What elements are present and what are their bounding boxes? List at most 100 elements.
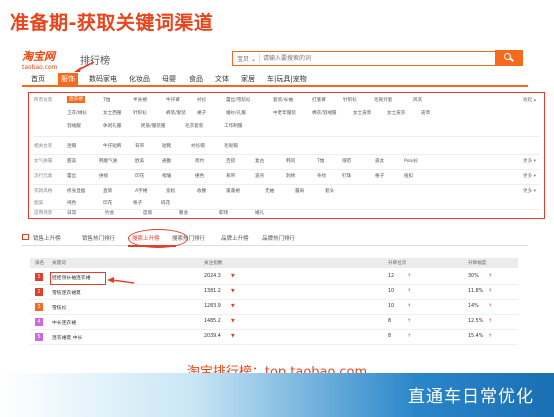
search-type-select[interactable]: 宝贝 ⌄ [237, 54, 256, 63]
filter-option[interactable]: 印花 [103, 200, 112, 206]
filter-option[interactable]: 职场 [219, 210, 228, 216]
nav-item-digital[interactable]: 数码家电 [86, 73, 120, 87]
more-toggle[interactable]: 更多 ▾ [523, 158, 536, 164]
filter-option[interactable]: 拼接 [99, 173, 108, 179]
filter-option[interactable]: 森女 [375, 158, 384, 164]
keyword-link[interactable]: 中长连衣裙 [52, 319, 76, 326]
filter-option[interactable]: 工作制服 [224, 123, 242, 129]
filter-option[interactable]: 潮范 [342, 158, 351, 164]
filter-option[interactable]: 欧美 [135, 158, 144, 164]
filter-option[interactable]: 撞色 [195, 173, 204, 179]
filter-option[interactable]: 宽松 [166, 188, 175, 194]
nav-item-cosmetics[interactable]: 化妆品 [126, 73, 153, 87]
filter-option[interactable]: 钉珠 [342, 173, 351, 179]
filter-option[interactable]: 简约 [195, 158, 204, 164]
filter-option[interactable]: 裤装/套装 [166, 110, 186, 116]
filter-option[interactable]: 印花 [135, 173, 144, 179]
filter-option[interactable]: 毛衣套装 [185, 123, 203, 129]
keyword-link[interactable]: 雪纺连衣裙夏 [52, 289, 81, 296]
filter-option[interactable]: 甜美 [67, 158, 76, 164]
filter-option[interactable]: 无袖 [265, 188, 274, 194]
filter-option[interactable]: 短靴 [162, 143, 171, 149]
filter-option[interactable]: 衬衫帽 [191, 143, 205, 149]
nav-item-food[interactable]: 食品 [186, 73, 206, 87]
filter-option[interactable]: 修身显瘦 [67, 188, 85, 194]
filter-option[interactable]: 衬衫 [197, 97, 206, 103]
filter-option[interactable]: 皮草 [421, 110, 430, 116]
table-row[interactable]: 5 连衣裙夏 中长 2039.4 ▼ 8 ↑ 15.4% ↑ [30, 330, 518, 345]
filter-option[interactable]: 日常 [67, 210, 76, 216]
filter-option[interactable]: 格子 [133, 200, 142, 206]
nav-item-sports[interactable]: 文体 [212, 73, 232, 87]
filter-option[interactable]: 女士皮衣 [387, 110, 405, 116]
filter-option[interactable]: 纽扣 [404, 173, 413, 179]
filter-option[interactable]: 收腰 [197, 188, 206, 194]
filter-option[interactable]: 百搭 [226, 158, 235, 164]
table-row[interactable]: 3 雪纺衫 1283.9 ▼ 10 ↑ 14% ↑ [30, 300, 518, 315]
filter-option[interactable]: 背带 [135, 143, 144, 149]
filter-option[interactable]: T恤 [317, 158, 324, 164]
tab-sales-rising[interactable]: 销售上升榜 [33, 234, 61, 242]
filter-option[interactable]: 连帽 [67, 143, 76, 149]
keyword-link[interactable]: 连衣裙夏 中长 [52, 334, 82, 341]
filter-option[interactable]: 褶皱 [162, 173, 171, 179]
filter-option[interactable]: 韩版气质 [99, 158, 117, 164]
filter-option[interactable]: 民族/服装服 [141, 123, 166, 129]
filter-option[interactable]: 蕾丝/雪纺衫 [226, 97, 251, 103]
filter-option[interactable]: 套装/长袖 [273, 97, 293, 103]
tab-sales-hot[interactable]: 销售热门排行 [82, 234, 115, 242]
filter-option[interactable]: 蕾丝 [67, 173, 76, 179]
filter-option[interactable]: 聚会 [179, 210, 188, 216]
table-row[interactable]: 4 中长连衣裙 1485.2 ▼ 8 ↑ 12.5% ↑ [30, 315, 518, 330]
filter-option[interactable]: 系带 [226, 173, 235, 179]
filter-option[interactable]: 刺绣 [286, 173, 295, 179]
filter-option[interactable]: 女士西服 [103, 110, 121, 116]
filter-option[interactable]: 格子 [375, 173, 384, 179]
filter-option[interactable]: 套头 [325, 188, 334, 194]
filter-option[interactable]: 女士皮草 [353, 110, 371, 116]
filter-option[interactable]: 条纹 [317, 173, 326, 179]
filter-option[interactable]: 半身裙 [133, 97, 147, 103]
nav-item-car-toy-pet[interactable]: 车|玩具|宠物 [264, 73, 310, 87]
filter-option[interactable]: 连衣裙 [67, 96, 85, 103]
tab-brand-hot[interactable]: 品牌热门排行 [262, 234, 295, 242]
filter-option[interactable]: 直筒 [103, 188, 112, 194]
filter-option[interactable]: 韩风 [286, 158, 295, 164]
search-button[interactable] [495, 50, 523, 66]
filter-option[interactable]: 卫衣/绒衫 [67, 110, 87, 116]
filter-option[interactable]: 裙子 [197, 110, 206, 116]
filter-option[interactable]: 婚纱/礼服 [226, 110, 246, 116]
filter-option[interactable]: 露肩 [295, 188, 304, 194]
filter-option[interactable]: 休闲礼服 [103, 123, 121, 129]
filter-option[interactable]: 通勤 [162, 158, 171, 164]
nav-item-home[interactable]: 首页 [28, 73, 48, 87]
filter-option[interactable]: 波点 [255, 173, 264, 179]
collapse-toggle[interactable]: 收起 ▴ [523, 97, 536, 103]
table-row[interactable]: 2 雪纺连衣裙夏 1381.2 ▼ 10 ↑ 11.8% ↑ [30, 285, 518, 300]
tab-brand-rising[interactable]: 品牌上升榜 [221, 234, 249, 242]
filter-option[interactable]: 牛仔短裤 [103, 143, 121, 149]
filter-option[interactable]: 复古 [255, 158, 264, 164]
filter-option[interactable]: 棉衣/羽绒服 [312, 110, 337, 116]
filter-option[interactable]: 约会 [105, 210, 114, 216]
filter-option[interactable]: T恤 [103, 97, 110, 103]
filter-option[interactable]: 打底裤 [312, 97, 326, 103]
filter-option[interactable]: 碎花 [161, 200, 170, 206]
filter-option[interactable]: 羽绒服 [67, 123, 81, 129]
filter-option[interactable]: 中老年服装 [273, 110, 296, 116]
filter-option[interactable]: A字裙 [135, 188, 147, 194]
filter-option[interactable]: Polo衫 [404, 158, 418, 164]
filter-option[interactable]: 蓬蓬裙 [226, 188, 240, 194]
filter-option[interactable]: 婚礼 [255, 210, 264, 216]
filter-option[interactable]: 风衣 [413, 97, 422, 103]
taobao-logo[interactable]: 淘宝网 taobao.com [22, 48, 74, 71]
more-toggle[interactable]: 更多 ▾ [523, 173, 536, 179]
filter-option[interactable]: 牛仔裤 [166, 97, 180, 103]
keyword-link[interactable]: 雪纺衫 [52, 304, 66, 311]
filter-option[interactable]: 毛呢外套 [374, 97, 392, 103]
filter-option[interactable]: 毛呢帽 [224, 143, 238, 149]
filter-option[interactable]: 纯色 [67, 200, 76, 206]
filter-option[interactable]: 针织衫 [133, 110, 147, 116]
more-toggle[interactable]: 更多 ▾ [523, 188, 536, 194]
filter-option[interactable]: 度假 [143, 210, 152, 216]
